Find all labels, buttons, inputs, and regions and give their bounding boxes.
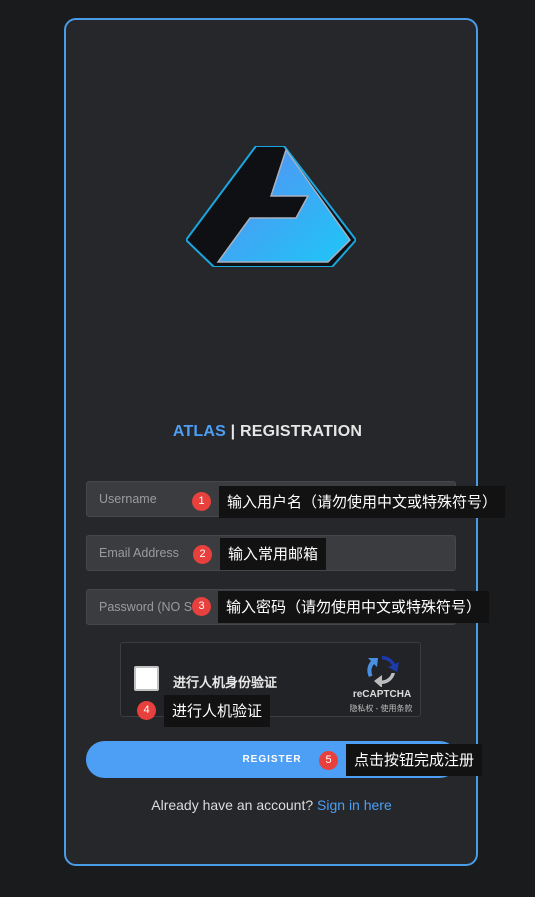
annotation-note-2: 输入常用邮箱 [220,538,327,570]
atlas-logo [186,146,356,267]
signin-prompt: Already have an account? [151,797,318,813]
annotation-marker-2: 2 [193,545,212,564]
title-separator: | [226,423,240,440]
page-title: ATLAS | REGISTRATION [0,423,535,441]
annotation-note-4: 进行人机验证 [164,695,271,727]
annotation-marker-3: 3 [192,597,211,616]
recaptcha-links[interactable]: 隐私权 - 使用条款 [343,703,419,714]
annotation-marker-5: 5 [319,751,338,770]
annotation-marker-4: 4 [137,701,156,720]
recaptcha-checkbox[interactable] [134,666,159,691]
annotation-marker-1: 1 [192,492,211,511]
recaptcha-icon [367,655,399,687]
signin-link[interactable]: Sign in here [317,797,392,813]
recaptcha-brand: reCAPTCHA [352,689,412,700]
signin-line: Already have an account? Sign in here [0,797,535,813]
annotation-note-3: 输入密码（请勿使用中文或特殊符号） [218,591,490,623]
annotation-note-5: 点击按钮完成注册 [346,744,483,776]
brand-name: ATLAS [172,423,227,440]
title-text: REGISTRATION [240,423,363,440]
recaptcha-label: 进行人机身份验证 [173,675,278,690]
annotation-note-1: 输入用户名（请勿使用中文或特殊符号） [219,486,506,518]
